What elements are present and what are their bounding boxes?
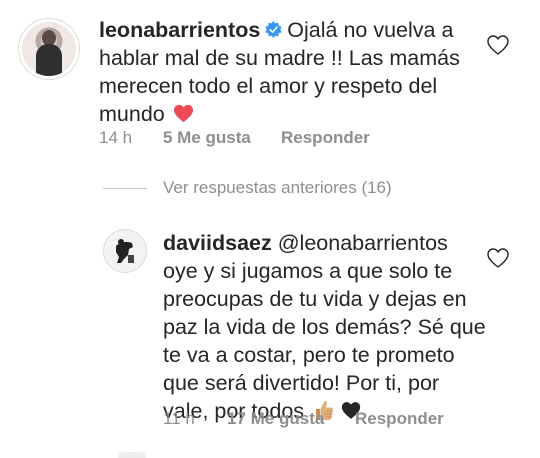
red-heart-emoji <box>173 104 193 123</box>
reply-text-line3: paz la vida de los demás? Sé que <box>163 315 486 339</box>
main-text-line2: hablar mal de su madre !! Las mamás <box>99 46 460 70</box>
main-likes-wrap: 5 Me gusta <box>163 128 251 148</box>
reply-mention-link[interactable]: @leonabarrientos <box>278 231 448 255</box>
reply-reply-button[interactable]: Responder <box>355 409 444 428</box>
next-comment-avatar-peek <box>118 452 146 458</box>
main-username[interactable]: leonabarrientos <box>99 18 260 42</box>
reply-text-line2: preocupas de tu vida y dejas en <box>163 287 467 311</box>
main-text-line3: merecen todo el amor y respeto del <box>99 74 438 98</box>
avatar-leonabarrientos[interactable] <box>18 18 80 80</box>
main-text-line4: mundo <box>99 102 165 126</box>
replies-divider <box>103 188 147 189</box>
like-heart-icon-reply[interactable] <box>486 247 510 269</box>
reply-text-line4: te va a costar, pero te prometo <box>163 343 455 367</box>
reply-reply-wrap: Responder <box>355 409 444 429</box>
reply-text-line1: oye y si jugamos a que solo te <box>163 259 453 283</box>
main-text-line1: Ojalá no vuelva a <box>287 18 454 42</box>
main-time: 14 h <box>99 128 133 147</box>
avatar-daviidsaez[interactable] <box>103 229 147 273</box>
reply-likes-wrap: 17 Me gusta <box>227 409 324 429</box>
main-reply-button[interactable]: Responder <box>281 128 370 147</box>
reply-likes-link[interactable]: 17 Me gusta <box>227 409 324 428</box>
avatar-photo <box>116 239 134 263</box>
reply-time-wrap: 11 h <box>163 409 195 429</box>
main-reply-wrap: Responder <box>281 128 370 148</box>
main-likes-link[interactable]: 5 Me gusta <box>163 128 251 147</box>
reply-comment: daviidsaez @leonabarrientos oye y si jug… <box>163 229 503 425</box>
view-previous-replies-label: Ver respuestas anteriores (16) <box>163 178 392 197</box>
avatar-photo <box>22 22 76 76</box>
verified-badge-icon <box>265 20 282 39</box>
reply-username[interactable]: daviidsaez <box>163 231 272 255</box>
reply-time: 11 h <box>163 409 195 428</box>
like-heart-icon-main[interactable] <box>486 34 510 56</box>
main-meta-row: 14 h <box>99 128 132 148</box>
main-comment: leonabarrientos Ojalá no vuelva a hablar… <box>99 16 494 128</box>
view-previous-replies-button[interactable]: Ver respuestas anteriores (16) <box>163 178 392 198</box>
reply-text-line5: que será divertido! Por ti, por <box>163 371 440 395</box>
